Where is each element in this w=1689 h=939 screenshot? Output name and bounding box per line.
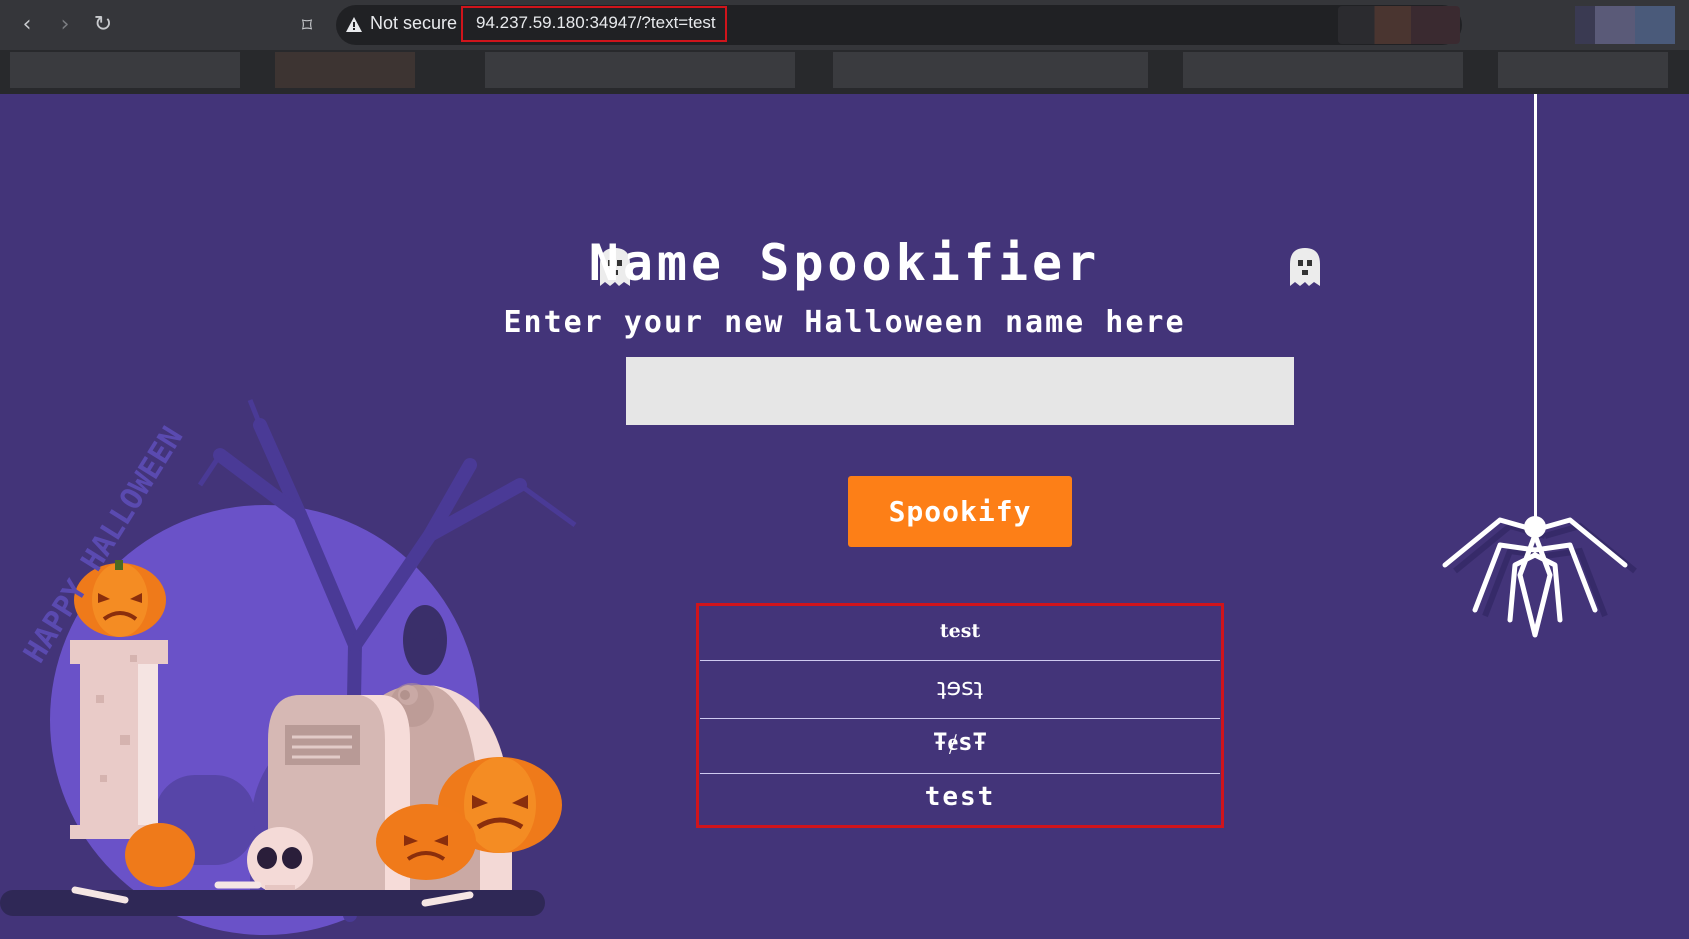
blurred-bookmark[interactable] xyxy=(275,52,415,88)
page-subtitle: Enter your new Halloween name here xyxy=(503,305,1186,340)
browser-chrome: ‹ › ↻ ⌑ Not secure 94.237.59.180:34947/?… xyxy=(0,0,1689,94)
spider-icon xyxy=(1442,516,1637,638)
blurred-bookmark[interactable] xyxy=(1498,52,1668,88)
blurred-extensions xyxy=(1338,6,1460,44)
warning-icon xyxy=(346,17,362,32)
blurred-bookmark[interactable] xyxy=(833,52,1148,88)
name-input[interactable] xyxy=(626,357,1294,425)
result-row-1: test xyxy=(939,620,981,642)
result-row-3: ŦɇsŦ xyxy=(933,728,987,756)
blurred-profile xyxy=(1575,6,1675,44)
forward-icon[interactable]: › xyxy=(50,10,80,40)
result-divider xyxy=(700,718,1220,719)
result-row-2: ʇɘsʇ xyxy=(936,673,984,701)
security-label[interactable]: Not secure xyxy=(370,13,457,34)
result-row-4: test xyxy=(924,782,996,812)
halloween-graveyard-illustration: HAPPY HALLOWEEN xyxy=(0,399,577,935)
blurred-bookmark[interactable] xyxy=(10,52,240,88)
result-divider xyxy=(700,660,1220,661)
url-text[interactable]: 94.237.59.180:34947/?text=test xyxy=(476,13,716,33)
page-title: Name Spookifier xyxy=(588,234,1101,292)
result-divider xyxy=(700,773,1220,774)
spookify-button[interactable]: Spookify xyxy=(848,476,1072,547)
back-icon[interactable]: ‹ xyxy=(12,10,42,40)
bookmark-icon[interactable]: ⌑ xyxy=(292,10,322,40)
reload-icon[interactable]: ↻ xyxy=(88,10,118,40)
blurred-bookmark[interactable] xyxy=(1183,52,1463,88)
blurred-bookmark[interactable] xyxy=(485,52,795,88)
